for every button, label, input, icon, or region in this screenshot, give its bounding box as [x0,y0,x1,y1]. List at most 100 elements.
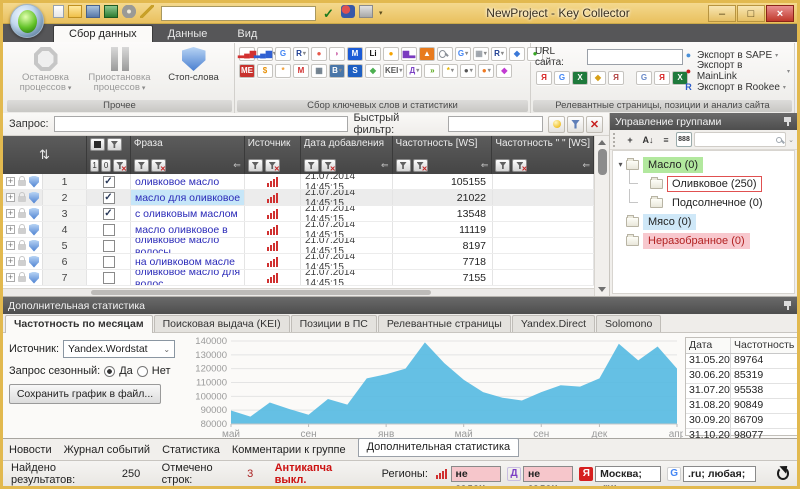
confirm-check-icon[interactable] [323,7,337,20]
report-icon[interactable] [359,5,373,18]
region-google-chip[interactable]: .ru; любая; ... [667,466,755,482]
yandex-direct-icon[interactable]: Д [406,64,422,78]
seopult-icon[interactable]: S [347,64,363,78]
clear-check-filter-icon[interactable] [113,159,127,172]
shield-icon[interactable] [29,192,39,204]
column-date-header[interactable]: Дата добавления ⇐ [301,136,393,174]
tree-group-myaso[interactable]: Мясо (0) [615,212,792,231]
keyword-row[interactable]: 3 с оливковым маслом 21.07.2014 14:45:15… [3,206,594,222]
clear-filter-icon[interactable] [265,159,280,172]
sort-color-icon[interactable]: ≡ [658,132,674,147]
group-label[interactable]: Неразобранное (0) [643,233,750,249]
column-phrase-header[interactable]: Фраза ⇐ [131,136,245,174]
rookee-r-icon[interactable]: R [491,47,507,61]
clear-filter-icon[interactable] [413,159,428,172]
stats-bubbles-icon[interactable]: ● [311,47,327,61]
shield-icon[interactable] [29,208,39,220]
toolbar-overflow-icon[interactable]: ▾ [379,9,383,17]
pin-panel-icon[interactable] [783,116,792,127]
column-settings-header[interactable]: ⇅ [3,136,87,174]
scrollbar-thumb[interactable] [91,290,431,295]
shield-icon[interactable] [29,176,39,188]
save-chart-button[interactable]: Сохранить график в файл... [9,384,161,404]
column-ws-quoted-header[interactable]: Частотность " " [WS] ⇐ [492,136,594,174]
app-logo-orb[interactable] [10,4,44,38]
expand-plus-icon[interactable] [6,225,15,234]
column-source-header[interactable]: Источник [245,136,301,174]
freq-col-value[interactable]: Частотность [731,338,797,353]
tree-group-maslo[interactable]: Масло (0) [615,155,792,174]
sort-settings-icon[interactable]: ⇅ [39,147,50,163]
shield-icon[interactable] [29,256,39,268]
phrase-cell[interactable]: оливковое масло для волос [131,270,245,285]
clear-filter-icon[interactable] [512,159,527,172]
yandex-positions-icon[interactable]: Я [654,71,670,85]
tab-vid[interactable]: Вид [222,26,272,42]
yandex-kei-icon[interactable]: Я [608,71,624,85]
excel-export-icon[interactable]: X [572,71,588,85]
export-mainlink-button[interactable]: ● Экспорт в MainLink [683,63,790,79]
stop-words-button[interactable]: Стоп-слова [158,45,230,99]
scroll-down-icon[interactable] [598,287,606,292]
hand-stop-icon[interactable]: * [442,64,458,78]
refresh-icon[interactable] [777,467,789,480]
phrase-cell[interactable]: оливковое масло волосы [131,238,245,253]
bottom-tab-zhurnal[interactable]: Журнал событий [64,444,150,456]
kei-icon[interactable]: KEI [383,64,404,78]
stat-tab-solomono[interactable]: Solomono [596,315,661,332]
webeffector-icon[interactable]: ● [383,47,399,61]
pin-panel-icon[interactable] [783,300,792,311]
seasonal-no-radio[interactable] [137,366,148,377]
scroll-up-icon[interactable] [598,140,606,145]
expand-plus-icon[interactable] [6,257,15,266]
group-label[interactable]: Масло (0) [643,157,703,173]
select-all-icon[interactable] [90,138,105,151]
site-url-input[interactable] [587,49,683,65]
calculator-icon[interactable]: ▦ [311,64,327,78]
stat-tab-chastotnost[interactable]: Частотность по месяцам [5,315,153,333]
google-kei-icon[interactable]: G [636,71,652,85]
row-checkbox[interactable] [103,256,115,268]
region-direct-chip[interactable]: не задан [507,466,573,482]
group-search-input[interactable] [694,132,786,147]
row-checkbox[interactable] [103,240,115,252]
expand-plus-icon[interactable] [6,177,15,186]
filter-hint-icon[interactable] [548,116,565,133]
phrase-cell[interactable]: масло оливковое в [131,222,245,237]
pin-column-icon[interactable]: ⇐ [481,161,489,170]
trend-chart-icon[interactable]: ▲ [419,47,435,61]
expand-arrow-icon[interactable] [615,160,626,169]
maximize-button[interactable]: □ [737,5,765,22]
phrase-cell[interactable]: на оливковом масле [131,254,245,269]
keyword-row[interactable]: 5 оливковое масло волосы 21.07.2014 14:4… [3,238,594,254]
group-label[interactable]: Оливковое (250) [667,176,762,192]
row-checkbox[interactable] [103,208,115,220]
keyword-row[interactable]: 1 оливковое масло 21.07.2014 14:45:15 10… [3,174,594,190]
settings-gear-icon[interactable] [122,5,136,18]
anticaptcha-status[interactable]: Антикапча выкл. [275,462,361,486]
shield-icon[interactable] [29,272,39,284]
row-checkbox[interactable] [103,192,115,204]
metrika-icon[interactable]: ME [239,64,255,78]
quick-command-combobox[interactable] [161,6,316,21]
maps-icon[interactable]: ◆ [365,64,381,78]
tree-group-olivkovoe[interactable]: Оливковое (250) [615,174,792,193]
check-on-icon[interactable]: 1 [90,159,99,172]
expand-plus-icon[interactable] [6,193,15,202]
quick-filter-input[interactable] [448,116,543,132]
bottom-tab-novosti[interactable]: Новости [9,444,52,456]
keyword-row[interactable]: 4 масло оливковое в 21.07.2014 14:45:15 … [3,222,594,238]
filter-icon[interactable] [304,159,319,172]
filter-icon[interactable] [248,159,263,172]
keyword-row[interactable]: 2 масло для оливковое 21.07.2014 14:45:1… [3,190,594,206]
spy-icon[interactable]: ● [460,64,476,78]
pause-processes-button[interactable]: Приостановка процессов [84,45,156,99]
column-ws-header[interactable]: Частотность [WS] ⇐ [393,136,493,174]
clean-broom-icon[interactable]: ◆ [590,71,606,85]
clear-filter-icon[interactable] [151,159,166,172]
query-input[interactable] [54,116,349,132]
pin-column-icon[interactable]: ⇐ [381,161,389,170]
yandex-wordstat-deep-icon[interactable]: ▂▄▆ [257,47,273,61]
mail-ru-icon[interactable]: M [347,47,363,61]
stat-tab-kei[interactable]: Поисковая выдача (KEI) [154,315,290,332]
